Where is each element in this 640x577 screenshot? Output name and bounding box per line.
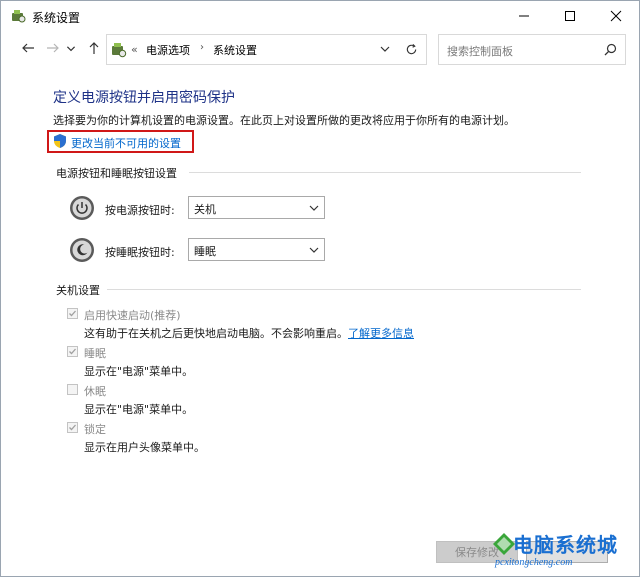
back-button[interactable] bbox=[19, 39, 37, 57]
recent-locations-button[interactable] bbox=[65, 39, 77, 57]
refresh-icon bbox=[406, 43, 417, 55]
power-button-icon bbox=[70, 196, 94, 220]
watermark-title: 电脑系统城 bbox=[513, 533, 618, 557]
search-icon[interactable] bbox=[604, 43, 617, 56]
navigation-bar: « 电源选项 › 系统设置 搜索控制面板 bbox=[2, 31, 638, 67]
checkmark-icon bbox=[69, 310, 76, 317]
page-title: 定义电源按钮并启用密码保护 bbox=[53, 90, 235, 106]
search-input[interactable]: 搜索控制面板 bbox=[438, 34, 626, 65]
fast-startup-checkbox[interactable] bbox=[67, 308, 78, 319]
sleep-button-value: 睡眠 bbox=[194, 245, 216, 258]
fast-startup-label: 启用快速启动(推荐) bbox=[84, 309, 181, 322]
checkmark-icon bbox=[69, 348, 76, 355]
sleep-button-select[interactable]: 睡眠 bbox=[188, 238, 325, 261]
breadcrumb-separator-icon: › bbox=[200, 42, 204, 53]
lock-checkbox[interactable] bbox=[67, 422, 78, 433]
window-frame: 系统设置 « 电源选项 › 系统设置 搜索控制面板 定义电源按钮并启用密码保护 … bbox=[0, 0, 640, 577]
watermark-url: pcxitongcheng.com bbox=[495, 557, 573, 568]
up-button[interactable] bbox=[85, 39, 103, 57]
minimize-button[interactable] bbox=[501, 2, 547, 30]
site-watermark: 电脑系统城 pcxitongcheng.com bbox=[491, 529, 637, 575]
breadcrumb-power-options[interactable]: 电源选项 bbox=[146, 42, 190, 58]
maximize-icon bbox=[565, 11, 575, 21]
power-options-icon bbox=[12, 10, 26, 23]
search-placeholder: 搜索控制面板 bbox=[447, 45, 513, 58]
checkmark-icon bbox=[69, 424, 76, 431]
arrow-up-icon bbox=[89, 42, 99, 54]
arrow-right-icon bbox=[47, 43, 59, 53]
sleep-checkbox[interactable] bbox=[67, 346, 78, 357]
section-divider bbox=[189, 172, 581, 173]
shutdown-section-title: 关机设置 bbox=[56, 284, 100, 297]
chevron-down-icon bbox=[309, 205, 319, 211]
power-button-select[interactable]: 关机 bbox=[188, 196, 325, 219]
power-button-value: 关机 bbox=[194, 203, 216, 216]
uac-shield-icon bbox=[54, 134, 66, 148]
maximize-button[interactable] bbox=[547, 2, 593, 30]
chevron-down-icon[interactable] bbox=[379, 44, 391, 54]
learn-more-link[interactable]: 了解更多信息 bbox=[348, 327, 414, 340]
title-bar: 系统设置 bbox=[2, 2, 638, 30]
hibernate-option-description: 显示在"电源"菜单中。 bbox=[84, 403, 194, 416]
sleep-option-label: 睡眠 bbox=[84, 347, 106, 360]
hibernate-checkbox[interactable] bbox=[67, 384, 78, 395]
close-icon bbox=[610, 10, 622, 22]
sleep-option-description: 显示在"电源"菜单中。 bbox=[84, 365, 194, 378]
address-overflow[interactable]: « bbox=[131, 43, 138, 56]
power-button-label: 按电源按钮时: bbox=[105, 204, 175, 217]
forward-button[interactable] bbox=[44, 39, 62, 57]
arrow-left-icon bbox=[22, 43, 34, 53]
close-button[interactable] bbox=[593, 2, 639, 30]
fast-startup-description: 这有助于在关机之后更快地启动电脑。不会影响重启。了解更多信息 bbox=[84, 325, 414, 341]
minimize-icon bbox=[519, 15, 529, 17]
sleep-button-icon bbox=[70, 238, 94, 262]
window-title: 系统设置 bbox=[32, 11, 81, 25]
fast-startup-desc-text: 这有助于在关机之后更快地启动电脑。不会影响重启。 bbox=[84, 327, 348, 340]
control-panel-icon bbox=[112, 43, 127, 58]
page-description: 选择要为你的计算机设置的电源设置。在此页上对设置所做的更改将应用于你所有的电源计… bbox=[53, 114, 515, 127]
change-unavailable-settings-link[interactable]: 更改当前不可用的设置 bbox=[71, 135, 181, 151]
section-divider bbox=[107, 289, 581, 290]
sleep-button-label: 按睡眠按钮时: bbox=[105, 246, 175, 259]
power-buttons-section-title: 电源按钮和睡眠按钮设置 bbox=[56, 167, 177, 180]
refresh-button[interactable] bbox=[397, 34, 427, 65]
chevron-down-icon bbox=[309, 247, 319, 253]
hibernate-option-label: 休眠 bbox=[84, 385, 106, 398]
lock-option-label: 锁定 bbox=[84, 423, 106, 436]
breadcrumb-system-settings[interactable]: 系统设置 bbox=[213, 42, 257, 58]
address-bar[interactable]: « 电源选项 › 系统设置 bbox=[106, 34, 398, 65]
main-content: 定义电源按钮并启用密码保护 选择要为你的计算机设置的电源设置。在此页上对设置所做… bbox=[1, 67, 639, 576]
lock-option-description: 显示在用户头像菜单中。 bbox=[84, 441, 205, 454]
chevron-down-icon bbox=[66, 46, 76, 52]
